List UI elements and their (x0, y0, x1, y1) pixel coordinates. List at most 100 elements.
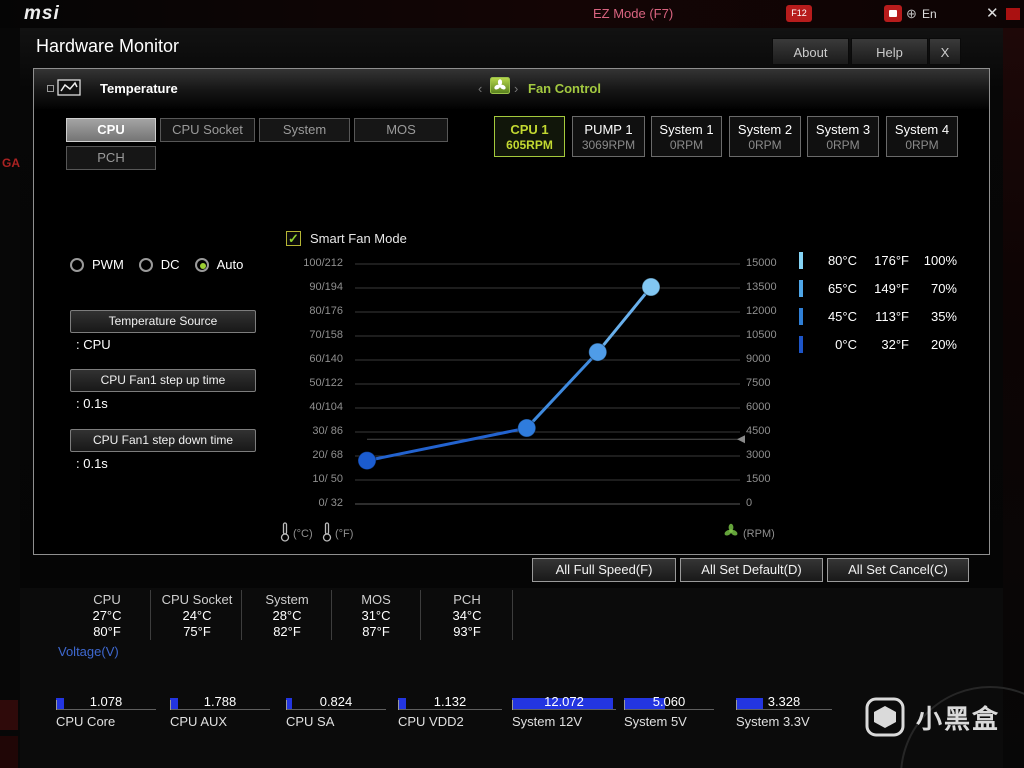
legend-percent: 70% (930, 281, 957, 296)
temp-status-label: PCH (453, 592, 481, 607)
voltage-label: CPU VDD2 (398, 714, 464, 729)
voltage-gauge-cpu-core: 1.078 CPU Core (56, 694, 156, 736)
temp-tab-mos[interactable]: MOS (354, 118, 448, 142)
legend-fahrenheit: 32°F (881, 337, 909, 352)
current-temp-handle[interactable] (737, 435, 745, 444)
fan-button-system-2[interactable]: System 2 0RPM (729, 116, 801, 157)
fan-curve-point-1[interactable] (517, 418, 537, 438)
voltage-label: System 12V (512, 714, 583, 729)
backdrop-decor (0, 736, 18, 768)
fan-curve-segment (525, 351, 599, 430)
mode-radio-pwm[interactable]: PWM (70, 257, 124, 272)
fan-rpm: 3069RPM (581, 137, 636, 152)
temp-status-cpu-socket: CPU Socket 24°C 75°F (152, 592, 242, 640)
setting-button-temperature-source[interactable]: Temperature Source (70, 310, 256, 333)
fan-curve-point-0[interactable] (357, 451, 377, 471)
screenshot-f12-icon[interactable]: F12 (786, 5, 812, 22)
voltage-label: System 5V (624, 714, 687, 729)
voltage-value: 5.060 (652, 694, 686, 709)
radio-circle-icon (194, 257, 209, 272)
fan-curve-segment (596, 286, 653, 354)
fan-button-system-3[interactable]: System 3 0RPM (807, 116, 879, 157)
globe-icon: ⊕ (906, 6, 917, 21)
temp-status-label: MOS (361, 592, 391, 607)
legend-row: 0°C 32°F 20% (799, 336, 957, 353)
legend-fahrenheit: 176°F (874, 253, 909, 268)
close-button[interactable]: X (929, 38, 961, 65)
temp-status-celsius: 27°C (92, 608, 122, 623)
mode-radio-dc[interactable]: DC (138, 257, 180, 272)
collapse-icon[interactable] (47, 85, 54, 92)
radio-circle-icon (138, 257, 153, 272)
setting-value-cpu-fan1-step-down-time: : 0.1s (76, 456, 108, 471)
media-icon[interactable] (884, 5, 902, 22)
temp-status-celsius: 28°C (272, 608, 302, 623)
voltage-gauge-cpu-vdd2: 1.132 CPU VDD2 (398, 694, 502, 736)
y-axis-right-label: 1500 (746, 473, 771, 485)
bios-close-icon[interactable]: ✕ (986, 4, 999, 22)
legend-row: 45°C 113°F 35% (799, 308, 957, 325)
setting-button-cpu-fan1-step-down-time[interactable]: CPU Fan1 step down time (70, 429, 256, 452)
y-axis-right-label: 15000 (746, 257, 777, 269)
fan-curve-legend: 80°C 176°F 100% 65°C 149°F 70% 45°C 113°F 35% 0°C… (799, 252, 957, 353)
fan-curve-point-2[interactable] (588, 342, 608, 362)
about-button[interactable]: About (772, 38, 849, 65)
y-axis-right-label: 12000 (746, 305, 777, 317)
temp-status-celsius: 31°C (361, 608, 391, 623)
y-axis-right-label: 4500 (746, 425, 771, 437)
temp-tab-system[interactable]: System (259, 118, 350, 142)
temp-status-fahrenheit: 93°F (453, 624, 481, 639)
voltage-value: 1.132 (433, 694, 467, 709)
mode-radio-auto[interactable]: Auto (194, 257, 243, 272)
fan-name: System 4 (894, 121, 950, 137)
setting-button-cpu-fan1-step-up-time[interactable]: CPU Fan1 step up time (70, 369, 256, 392)
right-edge-strip (1003, 28, 1024, 768)
voltage-track-line (286, 709, 386, 710)
action-all-set-cancel-c[interactable]: All Set Cancel(C) (827, 558, 969, 582)
temp-status-celsius: 34°C (452, 608, 482, 623)
fan-curve-point-3[interactable] (641, 277, 661, 297)
legend-percent: 35% (930, 309, 957, 324)
voltage-gauge-cpu-aux: 1.788 CPU AUX (170, 694, 270, 736)
temp-tab-cpu[interactable]: CPU (66, 118, 156, 142)
temp-column-separator (331, 590, 332, 640)
fan-button-system-4[interactable]: System 4 0RPM (886, 116, 958, 157)
temp-tab-cpu-socket[interactable]: CPU Socket (160, 118, 255, 142)
backdrop-decor (0, 700, 18, 730)
legend-celsius: 0°C (835, 337, 857, 352)
ez-mode-button[interactable]: EZ Mode (F7) (593, 6, 673, 21)
fan-rpm: 0RPM (826, 137, 860, 152)
chevron-left-icon[interactable]: ‹ (478, 81, 482, 96)
temp-status-celsius: 24°C (182, 608, 212, 623)
temp-tab-pch[interactable]: PCH (66, 146, 156, 170)
temp-column-separator (420, 590, 421, 640)
legend-row: 65°C 149°F 70% (799, 280, 957, 297)
voltage-track-line (398, 709, 502, 710)
fan-button-pump-1[interactable]: PUMP 1 3069RPM (572, 116, 645, 157)
side-text: GA (2, 156, 20, 170)
fan-button-cpu-1[interactable]: CPU 1 605RPM (494, 116, 565, 157)
rpm-fan-icon (724, 523, 738, 536)
smart-fan-checkbox[interactable]: ✓ (286, 231, 301, 246)
fan-mode-radio-group: PWM DC Auto (70, 257, 243, 272)
y-axis-right-label: 7500 (746, 377, 771, 389)
language-selector[interactable]: En (922, 7, 937, 21)
voltage-gauge-system-5v: 5.060 System 5V (624, 694, 714, 736)
y-axis-right-label: 10500 (746, 329, 777, 341)
voltage-track-line (170, 709, 270, 710)
voltage-label: System 3.3V (736, 714, 810, 729)
chevron-right-icon[interactable]: › (514, 81, 518, 96)
voltage-label: CPU AUX (170, 714, 228, 729)
temperature-chart-icon (57, 79, 81, 96)
fan-curve-chart (355, 263, 745, 505)
xiaoheihe-logo-icon (865, 697, 905, 737)
temp-status-cpu: CPU 27°C 80°F (62, 592, 152, 640)
backdrop-decor (1006, 8, 1020, 20)
action-all-set-default-d[interactable]: All Set Default(D) (680, 558, 823, 582)
y-axis-left-label: 40/104 (309, 401, 343, 413)
help-button[interactable]: Help (851, 38, 928, 65)
voltage-gauge-cpu-sa: 0.824 CPU SA (286, 694, 386, 736)
action-all-full-speed-f[interactable]: All Full Speed(F) (532, 558, 676, 582)
fan-button-system-1[interactable]: System 1 0RPM (651, 116, 722, 157)
radio-circle-icon (70, 257, 84, 272)
